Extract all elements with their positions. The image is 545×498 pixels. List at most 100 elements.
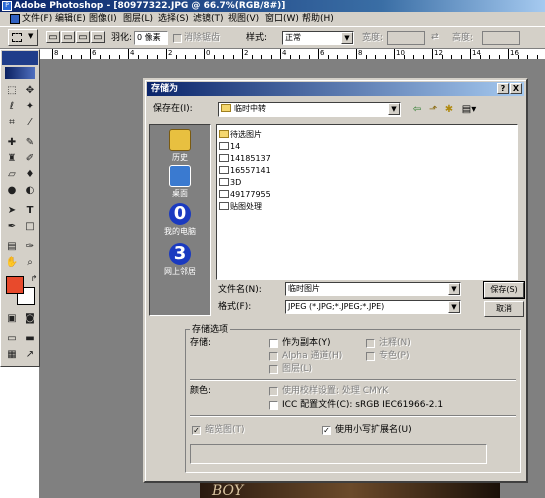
lowercase-checkbox[interactable]: ✓	[322, 426, 331, 435]
slice-tool-icon[interactable]: ⁄	[22, 116, 38, 130]
network-places-icon: 3	[169, 243, 191, 265]
file-list-item[interactable]: 16557141	[219, 165, 271, 176]
bucket-tool-icon[interactable]: ♦	[22, 168, 38, 182]
fullscreen-menu-icon[interactable]: ▦	[4, 348, 20, 362]
spot-checkbox[interactable]	[366, 352, 375, 361]
ruler-tick	[261, 55, 262, 59]
swap-icon[interactable]: ⇄	[431, 32, 439, 43]
blur-tool-icon[interactable]: ●	[4, 184, 20, 198]
file-list-item[interactable]: 待选图片	[219, 129, 262, 140]
pen-tool-icon[interactable]: ✒	[4, 220, 20, 234]
notes-tool-icon[interactable]: ▤	[4, 240, 20, 254]
ruler-tick	[527, 55, 528, 59]
width-input[interactable]	[387, 31, 425, 45]
menu-help[interactable]: 帮助(H)	[302, 14, 334, 25]
add-selection-icon[interactable]: ▭	[61, 31, 75, 43]
annotations-checkbox[interactable]	[366, 339, 375, 348]
menu-file[interactable]: 文件(F)	[22, 14, 52, 25]
marquee-tool-icon[interactable]: ⬚	[4, 84, 20, 98]
file-list-item[interactable]: 14185137	[219, 153, 271, 164]
move-tool-icon[interactable]: ✥	[22, 84, 38, 98]
tool-preset-picker[interactable]: ▼	[8, 29, 38, 46]
place-my-computer[interactable]: 0 我的电脑	[150, 203, 210, 237]
document-icon[interactable]	[10, 14, 20, 24]
place-desktop[interactable]: 桌面	[150, 165, 210, 199]
standard-mode-icon[interactable]: ▣	[4, 312, 20, 326]
magic-wand-icon[interactable]: ✦	[22, 100, 38, 114]
marquee-icon	[12, 33, 22, 42]
filename-input[interactable]: 临时图片 ▼	[285, 282, 461, 296]
folder-icon	[219, 130, 229, 138]
screen-mode-icon[interactable]: ▭	[4, 332, 20, 346]
feather-input[interactable]: 0 像素	[134, 31, 168, 45]
place-network[interactable]: 3 网上邻居	[150, 243, 210, 277]
menu-filter[interactable]: 滤镜(T)	[193, 14, 224, 25]
thumbnail-label: 缩览图(T)	[205, 425, 245, 435]
ruler-tick	[213, 55, 215, 59]
save-in-select[interactable]: 临时中转 ▼	[218, 102, 401, 117]
menu-image[interactable]: 图像(I)	[89, 14, 117, 25]
hand-tool-icon[interactable]: ✋	[4, 256, 20, 270]
new-selection-icon[interactable]: ▭	[46, 31, 60, 43]
place-history[interactable]: 历史	[150, 129, 210, 163]
menu-window[interactable]: 窗口(W)	[265, 14, 299, 25]
view-menu-icon[interactable]: ▤▾	[460, 104, 478, 116]
file-list-item[interactable]: 49177955	[219, 189, 271, 200]
thumbnail-checkbox[interactable]: ✓	[192, 426, 201, 435]
brush-tool-icon[interactable]: ✎	[22, 136, 38, 150]
cancel-button[interactable]: 取消	[484, 301, 524, 317]
antialias-checkbox[interactable]	[173, 34, 182, 43]
icc-checkbox[interactable]	[269, 401, 278, 410]
shape-tool-icon[interactable]: □	[22, 220, 38, 234]
type-tool-icon[interactable]: T	[22, 204, 38, 218]
lasso-tool-icon[interactable]: ℓ	[4, 100, 20, 114]
as-copy-checkbox[interactable]	[269, 339, 278, 348]
history-brush-icon[interactable]: ✐	[22, 152, 38, 166]
up-folder-icon[interactable]: ⬏	[426, 104, 440, 116]
subtract-selection-icon[interactable]: ▭	[76, 31, 90, 43]
eyedropper-icon[interactable]: ✑	[22, 240, 38, 254]
menu-edit[interactable]: 编辑(E)	[55, 14, 86, 25]
jump-imageready-icon[interactable]: ↗	[22, 348, 38, 362]
help-button[interactable]: ?	[497, 83, 509, 94]
file-list-item[interactable]: 贴图处理	[219, 201, 262, 212]
save-button[interactable]: 保存(S)	[483, 281, 525, 299]
proof-checkbox[interactable]	[269, 387, 278, 396]
full-screen-icon[interactable]: ▬	[22, 332, 38, 346]
ruler-tick	[356, 49, 357, 59]
crop-tool-icon[interactable]: ⌗	[4, 116, 20, 130]
feather-label: 羽化:	[111, 33, 133, 43]
file-list-item[interactable]: 3D	[219, 177, 241, 188]
back-icon[interactable]: ⇦	[410, 104, 424, 116]
style-select[interactable]: 正常 ▼	[282, 31, 354, 45]
dodge-tool-icon[interactable]: ◐	[22, 184, 38, 198]
intersect-selection-icon[interactable]: ▭	[91, 31, 105, 43]
healing-brush-icon[interactable]: ✚	[4, 136, 20, 150]
new-folder-icon[interactable]: ✱	[442, 104, 456, 116]
layers-checkbox[interactable]	[269, 365, 278, 374]
stamp-tool-icon[interactable]: ♜	[4, 152, 20, 166]
close-button[interactable]: X	[510, 83, 522, 94]
path-select-icon[interactable]: ➤	[4, 204, 20, 218]
swap-colors-icon[interactable]: ↱	[26, 272, 42, 286]
format-select[interactable]: JPEG (*.JPG;*.JPEG;*.JPE) ▼	[285, 300, 461, 314]
ruler-label: 6	[320, 49, 325, 57]
photoshop-logo-icon	[5, 67, 35, 79]
zoom-tool-icon[interactable]: ⌕	[22, 256, 38, 270]
ruler-tick	[109, 55, 110, 59]
ruler-tick	[413, 55, 414, 59]
quick-mask-icon[interactable]: ◙	[22, 312, 38, 326]
menu-bar: 文件(F) 编辑(E) 图像(I) 图层(L) 选择(S) 滤镜(T) 视图(V…	[0, 12, 545, 27]
file-list-item[interactable]: 14	[219, 141, 240, 152]
menu-layer[interactable]: 图层(L)	[123, 14, 153, 25]
ruler-tick	[489, 55, 490, 59]
menu-select[interactable]: 选择(S)	[158, 14, 189, 25]
height-input[interactable]	[482, 31, 520, 45]
alpha-checkbox[interactable]	[269, 352, 278, 361]
eraser-tool-icon[interactable]: ▱	[4, 168, 20, 182]
ruler-tick	[346, 55, 348, 59]
foreground-color-swatch[interactable]	[6, 276, 24, 294]
ruler-tick	[479, 55, 481, 59]
file-list[interactable]: 待选图片 14 14185137 16557141 3D 49177955 贴图处理	[216, 124, 518, 280]
menu-view[interactable]: 视图(V)	[228, 14, 259, 25]
